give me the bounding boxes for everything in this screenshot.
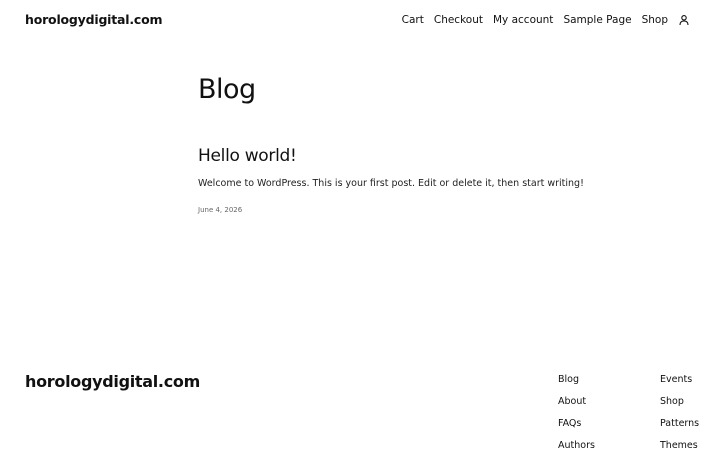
footer-link-about[interactable]: About [558,395,595,408]
footer-link-events[interactable]: Events [660,373,699,386]
footer-link-patterns[interactable]: Patterns [660,417,699,430]
post-date-link[interactable]: June 4, 2026 [198,206,698,214]
nav-link-sample-page[interactable]: Sample Page [563,14,631,26]
footer-site-title-link[interactable]: horologydigital.com [25,372,200,391]
site-title-link[interactable]: horologydigital.com [25,12,163,27]
post-item: Hello world! Welcome to WordPress. This … [198,146,698,214]
footer-nav-column-1: Blog About FAQs Authors [558,373,595,452]
nav-link-cart[interactable]: Cart [402,14,424,26]
footer-link-authors[interactable]: Authors [558,439,595,452]
footer-link-blog[interactable]: Blog [558,373,595,386]
nav-link-my-account[interactable]: My account [493,14,553,26]
post-excerpt: Welcome to WordPress. This is your first… [198,178,584,189]
footer-link-faqs[interactable]: FAQs [558,417,595,430]
post-title-link[interactable]: Hello world! [198,146,698,166]
site-header: horologydigital.com Cart Checkout My acc… [0,0,720,42]
footer-link-shop[interactable]: Shop [660,395,699,408]
page-title: Blog [198,74,256,105]
footer-nav-column-2: Events Shop Patterns Themes [660,373,699,452]
nav-link-shop[interactable]: Shop [642,14,668,26]
footer-link-themes[interactable]: Themes [660,439,699,452]
main-navigation: Cart Checkout My account Sample Page Sho… [402,14,690,26]
user-icon[interactable] [678,14,690,26]
nav-link-checkout[interactable]: Checkout [434,14,483,26]
